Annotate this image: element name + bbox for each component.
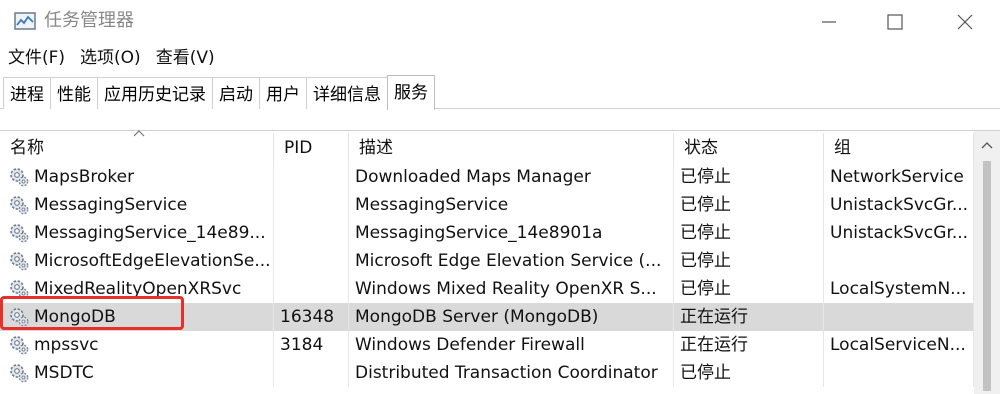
menu-file[interactable]: 文件(F) (8, 44, 65, 72)
service-pid (274, 275, 349, 303)
scrollbar-thumb[interactable] (983, 161, 991, 391)
service-status: 已停止 (674, 247, 824, 275)
column-header-description[interactable]: 描述 (349, 133, 674, 163)
service-group: LocalSystemN... (824, 275, 974, 303)
service-status: 已停止 (674, 191, 824, 219)
service-status: 正在运行 (674, 303, 824, 331)
service-group: NetworkService (824, 163, 974, 191)
service-description: MessagingService (349, 191, 674, 219)
service-gear-icon (10, 364, 29, 383)
menu-options[interactable]: 选项(O) (80, 44, 141, 72)
service-group: LocalServiceN... (824, 331, 974, 359)
service-name-cell: mpssvc (0, 331, 274, 359)
service-row[interactable]: MessagingService MessagingService 已停止 Un… (0, 191, 974, 219)
service-pid: 3184 (274, 331, 349, 359)
highlight-annotation (0, 296, 184, 330)
service-group (824, 359, 974, 387)
service-name-cell: MessagingService_14e89... (0, 219, 274, 247)
service-pid (274, 163, 349, 191)
services-list: 名称 PID 描述 状态 组 MapsBroker Downloaded Map… (0, 130, 1000, 394)
column-header-pid[interactable]: PID (274, 133, 349, 163)
service-description: Distributed Transaction Coordinator (349, 359, 674, 387)
service-description: MessagingService_14e8901a (349, 219, 674, 247)
service-row[interactable]: MicrosoftEdgeElevationSe... Microsoft Ed… (0, 247, 974, 275)
service-name-cell: MessagingService (0, 191, 274, 219)
close-button[interactable] (932, 0, 998, 44)
service-group (824, 247, 974, 275)
service-name: MessagingService (34, 195, 188, 215)
service-name-cell: MapsBroker (0, 163, 274, 191)
menu-view[interactable]: 查看(V) (156, 44, 215, 72)
service-name: MessagingService_14e89... (34, 223, 266, 243)
service-group: UnistackSvcGr... (824, 191, 974, 219)
service-group (824, 303, 974, 331)
service-pid (274, 219, 349, 247)
service-status: 已停止 (674, 359, 824, 387)
service-pid: 16348 (274, 303, 349, 331)
service-gear-icon (10, 336, 29, 355)
service-name: MicrosoftEdgeElevationSe... (34, 251, 271, 271)
service-row[interactable]: MapsBroker Downloaded Maps Manager 已停止 N… (0, 163, 974, 191)
service-gear-icon (10, 168, 29, 187)
vertical-scrollbar[interactable] (974, 131, 1000, 394)
minimize-button[interactable] (796, 0, 862, 44)
service-pid (274, 191, 349, 219)
service-name: MSDTC (34, 363, 94, 383)
service-row[interactable]: MessagingService_14e89... MessagingServi… (0, 219, 974, 247)
service-description: Windows Mixed Reality OpenXR S... (349, 275, 674, 303)
service-pid (274, 359, 349, 387)
maximize-icon (887, 14, 903, 30)
tab-startup[interactable]: 启动 (212, 77, 260, 109)
tab-services[interactable]: 服务 (387, 75, 435, 110)
tab-processes[interactable]: 进程 (3, 77, 51, 109)
service-description: Microsoft Edge Elevation Service (... (349, 247, 674, 275)
column-header-name[interactable]: 名称 (0, 133, 274, 163)
task-manager-icon (14, 12, 36, 30)
service-gear-icon (10, 196, 29, 215)
tab-users[interactable]: 用户 (259, 77, 307, 109)
service-name: mpssvc (34, 335, 99, 355)
window-title: 任务管理器 (44, 10, 134, 31)
menu-bar: 文件(F) 选项(O) 查看(V) (0, 44, 1000, 72)
service-description: MongoDB Server (MongoDB) (349, 303, 674, 331)
service-status: 已停止 (674, 219, 824, 247)
service-gear-icon (10, 252, 29, 271)
service-gear-icon (10, 224, 29, 243)
service-group: UnistackSvcGr... (824, 219, 974, 247)
service-status: 已停止 (674, 275, 824, 303)
title-bar: 任务管理器 (0, 0, 1000, 44)
tab-details[interactable]: 详细信息 (306, 77, 388, 109)
scroll-up-icon[interactable] (981, 141, 993, 149)
service-description: Downloaded Maps Manager (349, 163, 674, 191)
tab-bar: 进程 性能 应用历史记录 启动 用户 详细信息 服务 (0, 75, 1000, 110)
column-header-group[interactable]: 组 (824, 133, 974, 163)
service-row[interactable]: MSDTC Distributed Transaction Coordinato… (0, 359, 974, 387)
service-description: Windows Defender Firewall (349, 331, 674, 359)
maximize-button[interactable] (862, 0, 928, 44)
tab-performance[interactable]: 性能 (50, 77, 98, 109)
service-pid (274, 247, 349, 275)
service-name-cell: MicrosoftEdgeElevationSe... (0, 247, 274, 275)
minimize-icon (822, 21, 836, 23)
service-name: MapsBroker (34, 167, 135, 187)
column-header-status[interactable]: 状态 (674, 133, 824, 163)
column-header-row: 名称 PID 描述 状态 组 (0, 133, 1000, 163)
service-status: 已停止 (674, 163, 824, 191)
service-name-cell: MSDTC (0, 359, 274, 387)
tab-app-history[interactable]: 应用历史记录 (97, 77, 213, 109)
close-icon (957, 14, 973, 30)
service-status: 正在运行 (674, 331, 824, 359)
service-row[interactable]: mpssvc 3184 Windows Defender Firewall 正在… (0, 331, 974, 359)
